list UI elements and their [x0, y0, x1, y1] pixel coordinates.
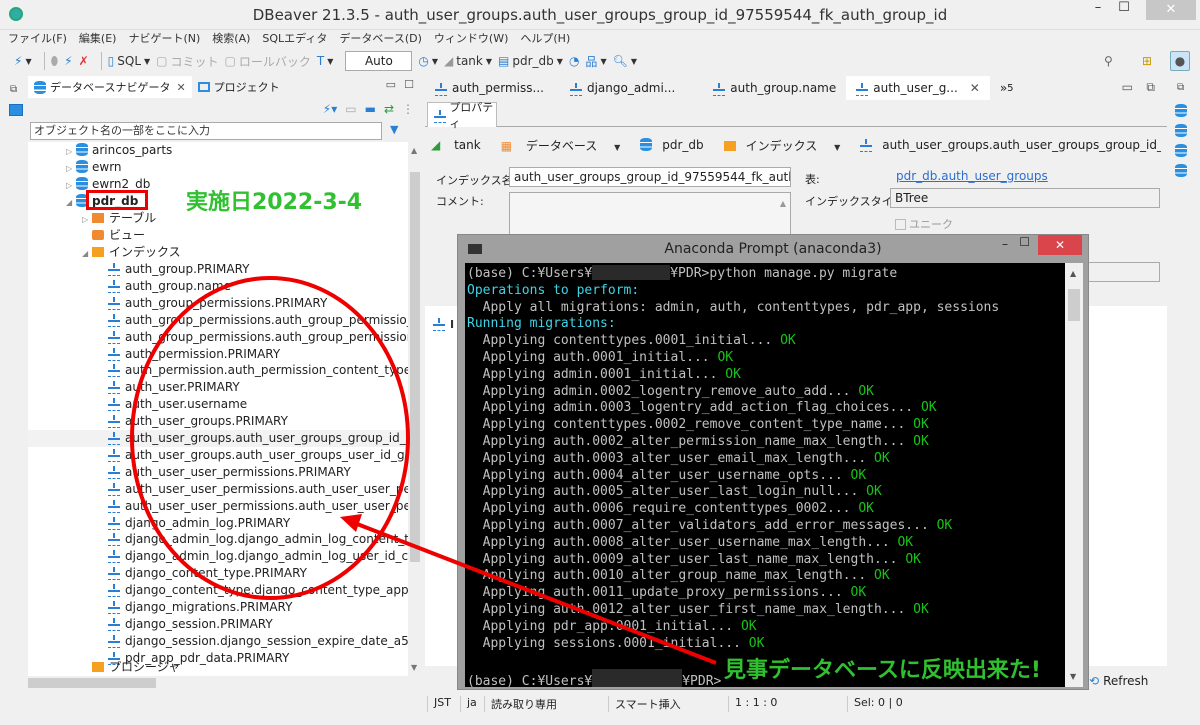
annotation-overlay: [130, 276, 717, 665]
result-annotation: 見事データベースに反映出来た!: [724, 658, 1041, 683]
red-circle-annotation: [130, 276, 410, 600]
arrow-head: [340, 514, 362, 532]
arrow-line: [351, 520, 717, 665]
